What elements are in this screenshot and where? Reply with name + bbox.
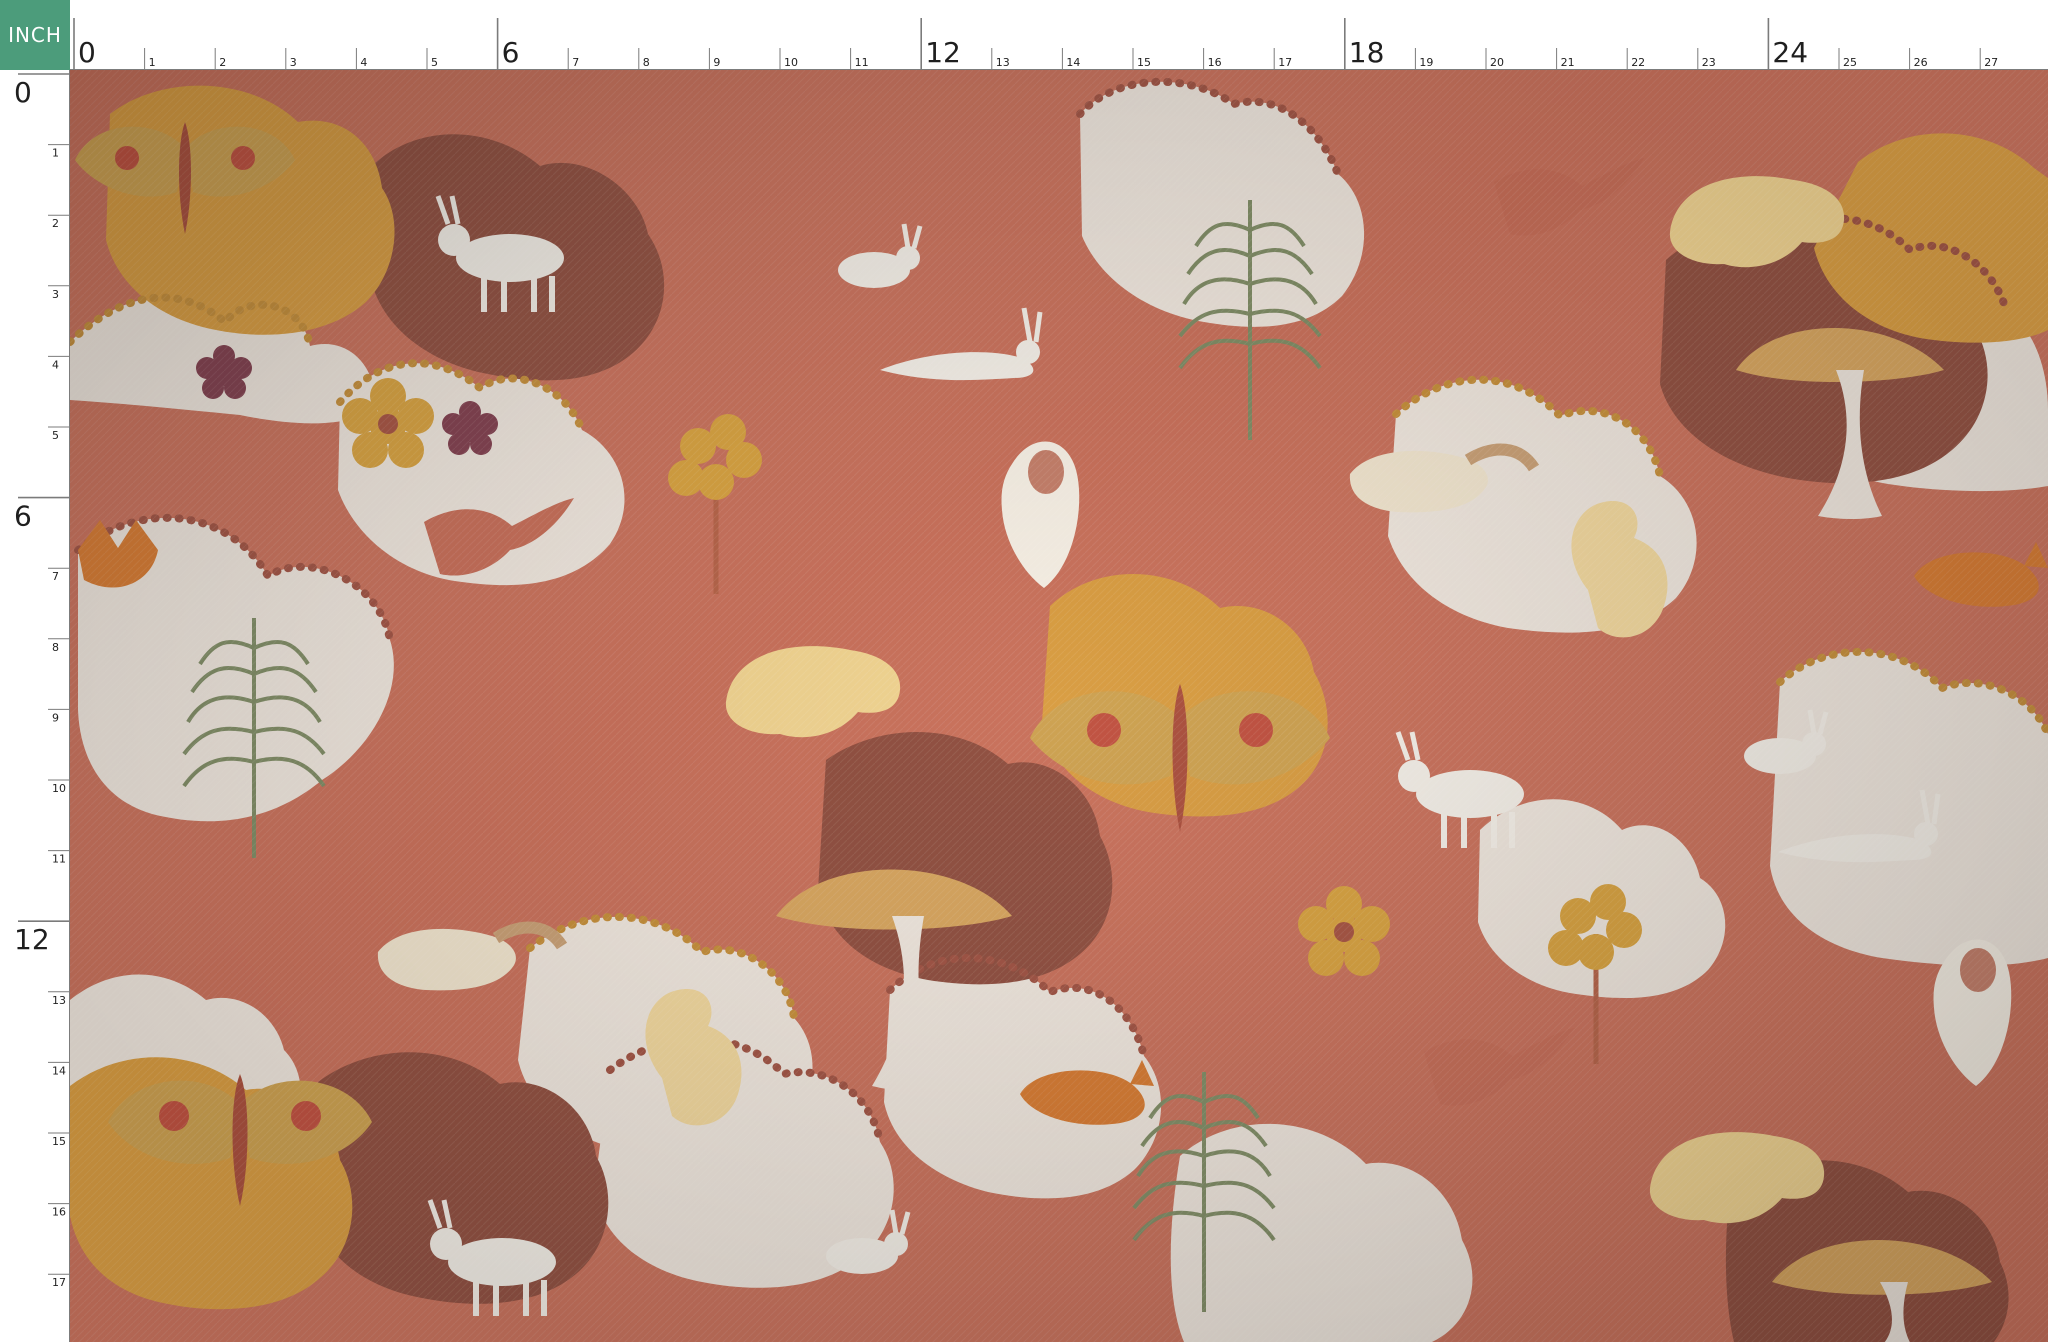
left-ruler-label: 17 (52, 1276, 66, 1289)
fabric-preview: INCH 0 1 2 3 4 5 6 7 8 9 10 11 12 13 14 15 16 17 18 19 20 21 2… (0, 0, 2048, 1342)
top-ruler-label: 19 (1419, 56, 1433, 69)
top-ruler-label: 15 (1137, 56, 1151, 69)
top-ruler-label: 26 (1914, 56, 1928, 69)
top-ruler-label: 8 (643, 56, 650, 69)
fabric-pattern (70, 70, 2048, 1342)
top-ruler-label: 0 (78, 36, 96, 69)
left-ruler-label: 0 (14, 76, 32, 109)
left-ruler-label: 12 (14, 923, 50, 956)
left-ruler-label: 15 (52, 1135, 66, 1148)
left-ruler-label: 6 (14, 500, 32, 533)
left-ruler-label: 10 (52, 782, 66, 795)
top-ruler-ticks: 0 1 2 3 4 5 6 7 8 9 10 11 12 13 14 15 16 17 18 19 20 21 22 23 24… (73, 18, 1998, 70)
top-ruler: 0 1 2 3 4 5 6 7 8 9 10 11 12 13 14 15 16 17 18 19 20 21 22 23 24… (70, 0, 2048, 70)
top-ruler-label: 22 (1631, 56, 1645, 69)
left-ruler-label: 14 (52, 1064, 66, 1077)
unit-badge: INCH (0, 0, 70, 70)
left-ruler-label: 4 (52, 358, 59, 371)
top-ruler-label: 5 (431, 56, 438, 69)
left-ruler-ticks: 01234567891011121314151617 (14, 73, 70, 1289)
top-ruler-label: 4 (360, 56, 367, 69)
fabric-swatch (70, 70, 2048, 1342)
left-ruler-label: 8 (52, 641, 59, 654)
top-ruler-label: 12 (925, 36, 961, 69)
top-ruler-label: 13 (996, 56, 1010, 69)
left-ruler-label: 9 (52, 711, 59, 724)
top-ruler-label: 16 (1208, 56, 1222, 69)
top-ruler-label: 18 (1349, 36, 1385, 69)
left-ruler-label: 5 (52, 429, 59, 442)
top-ruler-label: 10 (784, 56, 798, 69)
top-ruler-label: 3 (290, 56, 297, 69)
top-ruler-label: 11 (855, 56, 869, 69)
top-ruler-label: 7 (572, 56, 579, 69)
left-ruler-label: 1 (52, 147, 59, 160)
top-ruler-label: 20 (1490, 56, 1504, 69)
left-ruler-label: 11 (52, 853, 66, 866)
left-ruler-label: 13 (52, 994, 66, 1007)
left-ruler-label: 16 (52, 1206, 66, 1219)
top-ruler-label: 1 (149, 56, 156, 69)
top-ruler-label: 6 (502, 36, 520, 69)
top-ruler-label: 27 (1984, 56, 1998, 69)
left-ruler: 0 1 2 3 4 5 6 7 8 9 10 11 12 13 14 15 16 17 (0, 70, 70, 1342)
top-ruler-label: 14 (1066, 56, 1080, 69)
top-ruler-label: 21 (1561, 56, 1575, 69)
top-ruler-label: 25 (1843, 56, 1857, 69)
top-ruler-label: 2 (219, 56, 226, 69)
left-ruler-label: 2 (52, 217, 59, 230)
top-ruler-label: 17 (1278, 56, 1292, 69)
top-ruler-label: 23 (1702, 56, 1716, 69)
left-ruler-label: 3 (52, 288, 59, 301)
top-ruler-label: 24 (1772, 36, 1808, 69)
top-ruler-label: 9 (713, 56, 720, 69)
left-ruler-label: 7 (52, 570, 59, 583)
